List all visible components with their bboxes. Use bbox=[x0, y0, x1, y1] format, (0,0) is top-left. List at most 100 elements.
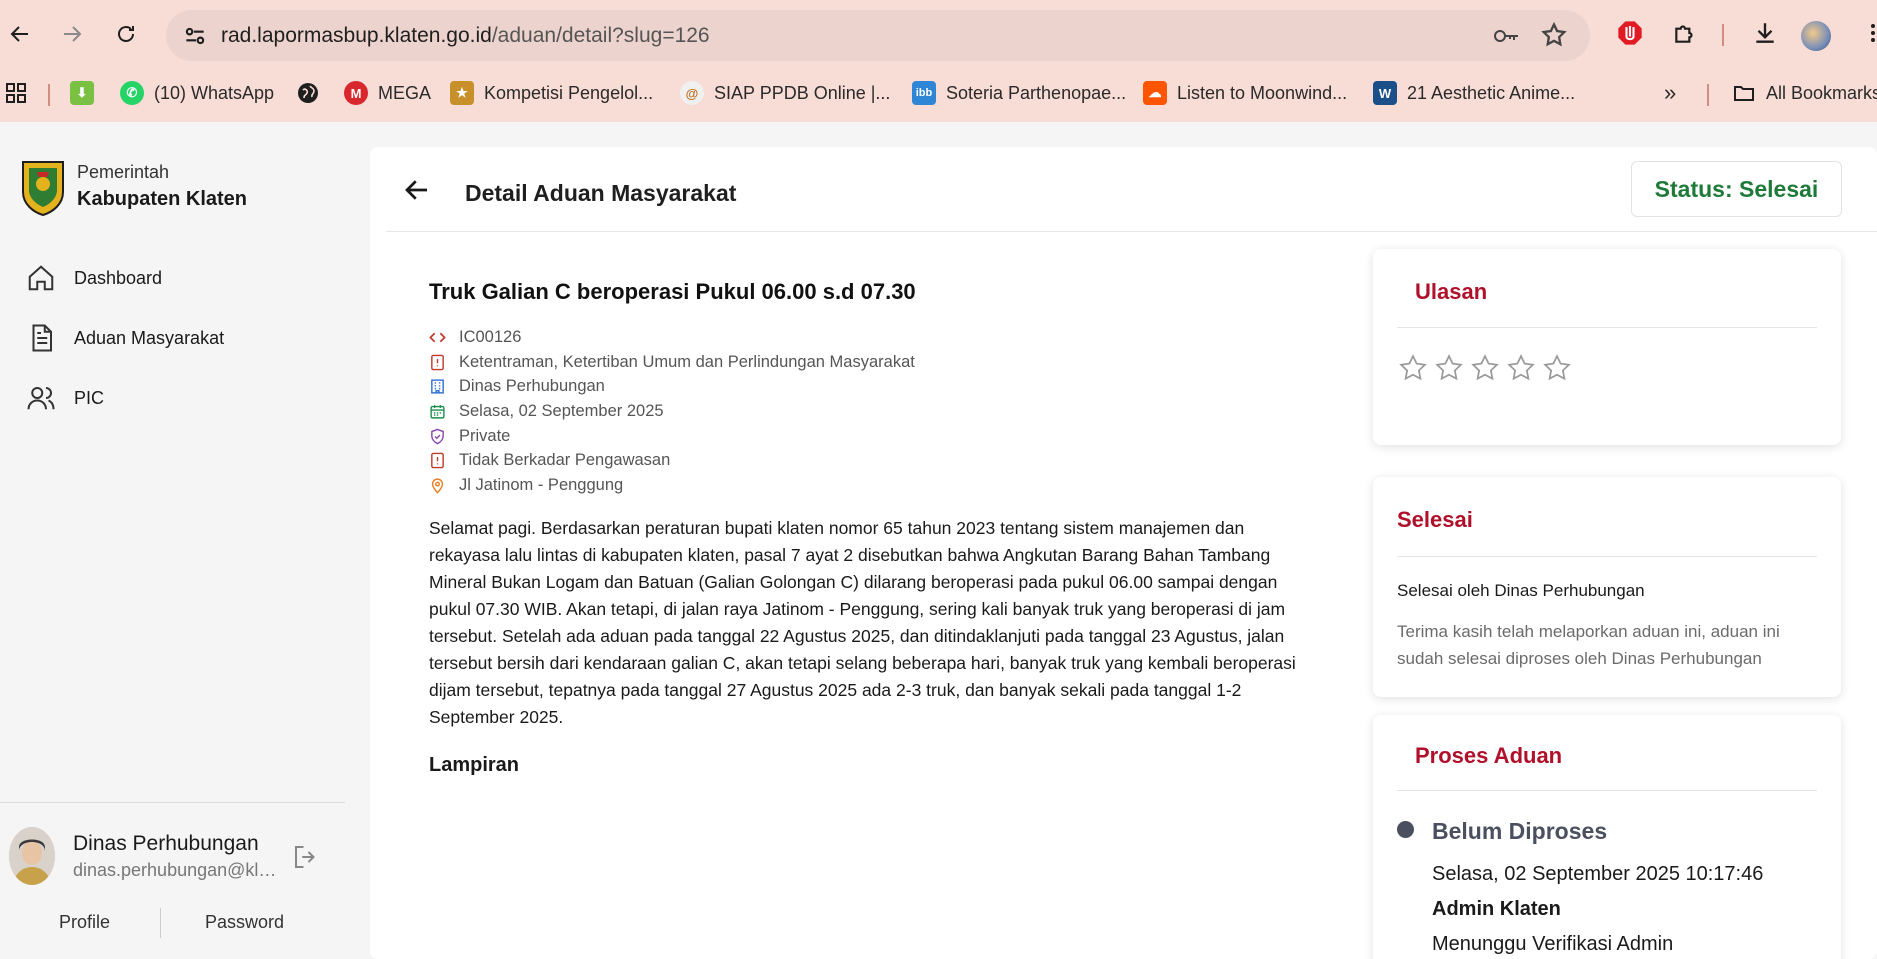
extensions-puzzle-icon[interactable] bbox=[1670, 18, 1700, 48]
status-badge: Status: Selesai bbox=[1631, 161, 1842, 217]
sidebar-item-pic[interactable]: PIC bbox=[26, 378, 104, 418]
profile-link[interactable]: Profile bbox=[59, 912, 110, 933]
adblock-extension-icon[interactable] bbox=[1615, 18, 1645, 48]
star-icon[interactable] bbox=[1434, 353, 1464, 383]
sidebar-item-label: Dashboard bbox=[74, 267, 163, 288]
review-card: Ulasan bbox=[1373, 249, 1841, 445]
url-text[interactable]: rad.lapormasbup.klaten.go.id/aduan/detai… bbox=[221, 24, 710, 48]
apps-grid-icon[interactable] bbox=[4, 78, 28, 108]
shield-icon bbox=[431, 428, 444, 444]
site-settings-icon[interactable] bbox=[182, 23, 208, 49]
bookmark-whatsapp[interactable]: ✆ (10) WhatsApp bbox=[120, 78, 274, 108]
bookmark-mega[interactable]: M MEGA bbox=[344, 78, 431, 108]
bookmark-kompetisi[interactable]: ★ Kompetisi Pengelol... bbox=[450, 78, 653, 108]
meta-text: Dinas Perhubungan bbox=[459, 377, 605, 396]
completion-title: Selesai bbox=[1397, 507, 1473, 532]
star-icon[interactable] bbox=[1398, 353, 1428, 383]
header-divider bbox=[386, 231, 1877, 232]
bookmark-label: SIAP PPDB Online |... bbox=[714, 82, 891, 103]
ibb-icon: ibb bbox=[912, 81, 936, 105]
logout-icon[interactable] bbox=[291, 842, 321, 872]
bookmark-label: Soteria Parthenopae... bbox=[946, 82, 1127, 103]
bookmark-label: 21 Aesthetic Anime... bbox=[1407, 82, 1576, 103]
bookmarks-divider bbox=[48, 84, 50, 106]
home-icon bbox=[28, 265, 54, 291]
calendar-icon bbox=[430, 405, 445, 419]
green-arrow-icon: ⬇ bbox=[70, 81, 94, 105]
meta-text: Selasa, 02 September 2025 bbox=[459, 401, 664, 420]
user-email: dinas.perhubungan@klaten.go.id bbox=[73, 860, 278, 880]
sidebar-divider bbox=[0, 802, 345, 803]
toolbar-divider bbox=[1722, 24, 1724, 46]
sidebar-item-label: PIC bbox=[74, 387, 105, 408]
download-icon[interactable] bbox=[1750, 18, 1780, 48]
complaint-meta: IC00126 Ketentraman, Ketertiban Umum dan… bbox=[429, 325, 915, 498]
complaint-title: Truk Galian C beroperasi Pukul 06.00 s.d… bbox=[429, 279, 916, 304]
bookmark-download-icon[interactable]: ⬇ bbox=[70, 78, 94, 108]
klaten-logo-icon bbox=[22, 161, 64, 216]
star-icon[interactable] bbox=[1542, 353, 1572, 383]
brand-top-text: Pemerintah bbox=[77, 162, 170, 182]
completion-by: Selesai oleh Dinas Perhubungan bbox=[1397, 581, 1645, 600]
timeline-dot bbox=[1397, 821, 1414, 838]
back-icon[interactable] bbox=[2, 16, 38, 52]
globe-icon bbox=[298, 83, 318, 103]
links-divider bbox=[160, 908, 161, 938]
bookmark-label: MEGA bbox=[378, 82, 432, 103]
bookmark-label: Kompetisi Pengelol... bbox=[484, 82, 654, 103]
completion-message: Terima kasih telah melaporkan aduan ini,… bbox=[1397, 622, 1780, 668]
completion-card: Selesai Selesai oleh Dinas Perhubungan T… bbox=[1373, 477, 1841, 697]
user-photo-icon bbox=[9, 827, 55, 885]
forward-icon[interactable] bbox=[54, 16, 90, 52]
timeline-status: Belum Diproses bbox=[1432, 818, 1608, 844]
card-divider bbox=[1397, 327, 1817, 328]
password-key-icon[interactable] bbox=[1492, 23, 1520, 49]
sidebar-item-label: Aduan Masyarakat bbox=[74, 327, 225, 348]
bookmark-soundcloud[interactable]: ☁ Listen to Moonwind... bbox=[1143, 78, 1347, 108]
browser-chrome: rad.lapormasbup.klaten.go.id/aduan/detai… bbox=[0, 0, 1877, 122]
timeline-actor: Admin Klaten bbox=[1432, 898, 1561, 920]
whatsapp-icon: ✆ bbox=[120, 81, 144, 105]
alert-icon bbox=[431, 452, 444, 469]
back-arrow-icon[interactable] bbox=[402, 175, 432, 205]
timeline-note: Menunggu Verifikasi Admin bbox=[1432, 933, 1674, 955]
timeline-datetime: Selasa, 02 September 2025 10:17:46 bbox=[1432, 863, 1764, 885]
sidebar: Pemerintah Kabupaten Klaten Dashboard Ad… bbox=[0, 122, 346, 959]
meta-text: Jl Jatinom - Penggung bbox=[459, 475, 624, 494]
bookmark-aesthetic[interactable]: W 21 Aesthetic Anime... bbox=[1373, 78, 1575, 108]
star-icon[interactable] bbox=[1470, 353, 1500, 383]
meta-agency: Dinas Perhubungan bbox=[429, 374, 915, 399]
pin-icon bbox=[431, 478, 444, 494]
bookmarks-overflow-button[interactable]: » bbox=[1664, 78, 1676, 108]
brand-name: Kabupaten Klaten bbox=[77, 188, 248, 210]
reload-icon[interactable] bbox=[108, 16, 144, 52]
process-card: Proses Aduan Belum Diproses Selasa, 02 S… bbox=[1373, 715, 1841, 959]
meta-privacy: Private bbox=[429, 424, 915, 449]
mega-icon: M bbox=[344, 81, 368, 105]
avatar[interactable] bbox=[9, 827, 55, 885]
building-icon bbox=[431, 379, 444, 394]
complaint-description: Selamat pagi. Berdasarkan peraturan bupa… bbox=[429, 518, 1296, 727]
star-icon[interactable] bbox=[1506, 353, 1536, 383]
page-title: Detail Aduan Masyarakat bbox=[465, 180, 737, 206]
bookmark-siap[interactable]: @ SIAP PPDB Online |... bbox=[680, 78, 890, 108]
all-bookmarks-button[interactable]: All Bookmarks bbox=[1732, 78, 1877, 108]
bookmark-globe[interactable] bbox=[296, 78, 320, 108]
more-menu-icon[interactable] bbox=[1858, 18, 1877, 48]
sidebar-item-dashboard[interactable]: Dashboard bbox=[26, 258, 162, 298]
meta-text: IC00126 bbox=[459, 327, 522, 346]
siap-icon: @ bbox=[680, 81, 704, 105]
bookmark-soteria[interactable]: ibb Soteria Parthenopae... bbox=[912, 78, 1126, 108]
sidebar-item-aduan[interactable]: Aduan Masyarakat bbox=[26, 318, 224, 358]
bookmarks-divider bbox=[1707, 84, 1709, 106]
bookmark-label: (10) WhatsApp bbox=[154, 82, 275, 103]
password-link[interactable]: Password bbox=[205, 912, 284, 933]
address-bar[interactable]: rad.lapormasbup.klaten.go.id/aduan/detai… bbox=[166, 10, 1590, 61]
users-icon bbox=[27, 387, 55, 410]
profile-avatar-icon[interactable] bbox=[1801, 21, 1831, 51]
rating-stars[interactable] bbox=[1398, 353, 1578, 383]
url-path: /aduan/detail?slug=126 bbox=[491, 24, 710, 47]
meta-location: Jl Jatinom - Penggung bbox=[429, 473, 915, 498]
bookmark-star-icon[interactable] bbox=[1540, 21, 1568, 49]
url-host: rad.lapormasbup.klaten.go.id bbox=[221, 24, 492, 47]
